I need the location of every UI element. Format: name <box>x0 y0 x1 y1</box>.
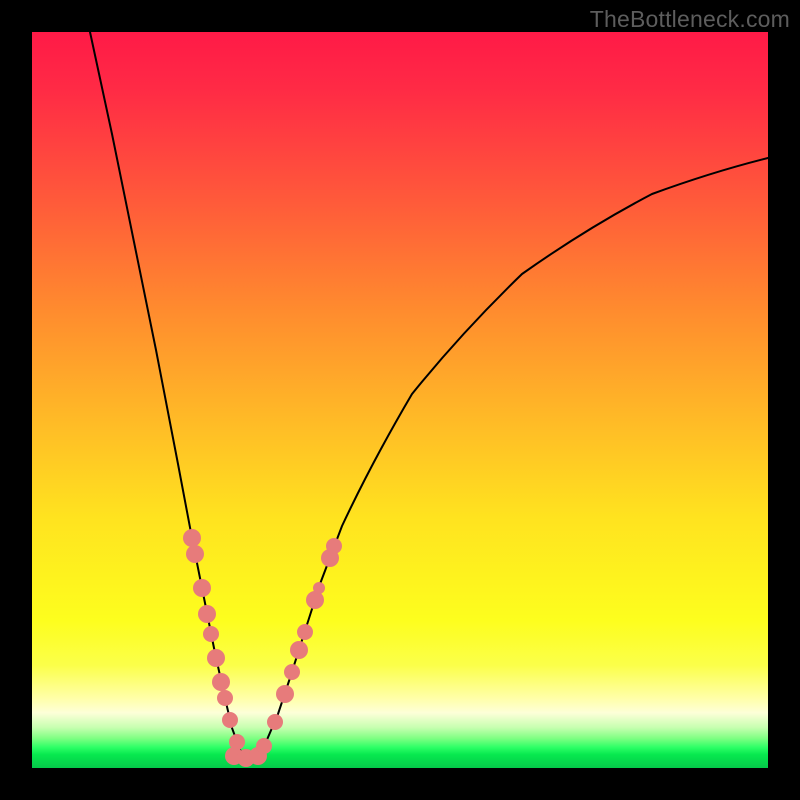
watermark-text: TheBottleneck.com <box>590 6 790 33</box>
marker-dot <box>256 738 272 754</box>
marker-dot <box>313 582 325 594</box>
marker-dot <box>217 690 233 706</box>
marker-dot <box>183 529 201 547</box>
marker-dot <box>297 624 313 640</box>
chart-frame: TheBottleneck.com <box>0 0 800 800</box>
marker-dot <box>222 712 238 728</box>
marker-dot <box>276 685 294 703</box>
marker-dot <box>198 605 216 623</box>
marker-dot <box>207 649 225 667</box>
marker-dot <box>186 545 204 563</box>
marker-group <box>183 529 342 767</box>
marker-dot <box>212 673 230 691</box>
marker-dot <box>193 579 211 597</box>
plot-area <box>32 32 768 768</box>
marker-dot <box>306 591 324 609</box>
curve-layer <box>32 32 768 768</box>
marker-dot <box>290 641 308 659</box>
bottleneck-curve <box>90 32 768 757</box>
marker-dot <box>326 538 342 554</box>
marker-dot <box>267 714 283 730</box>
marker-dot <box>284 664 300 680</box>
marker-dot <box>203 626 219 642</box>
